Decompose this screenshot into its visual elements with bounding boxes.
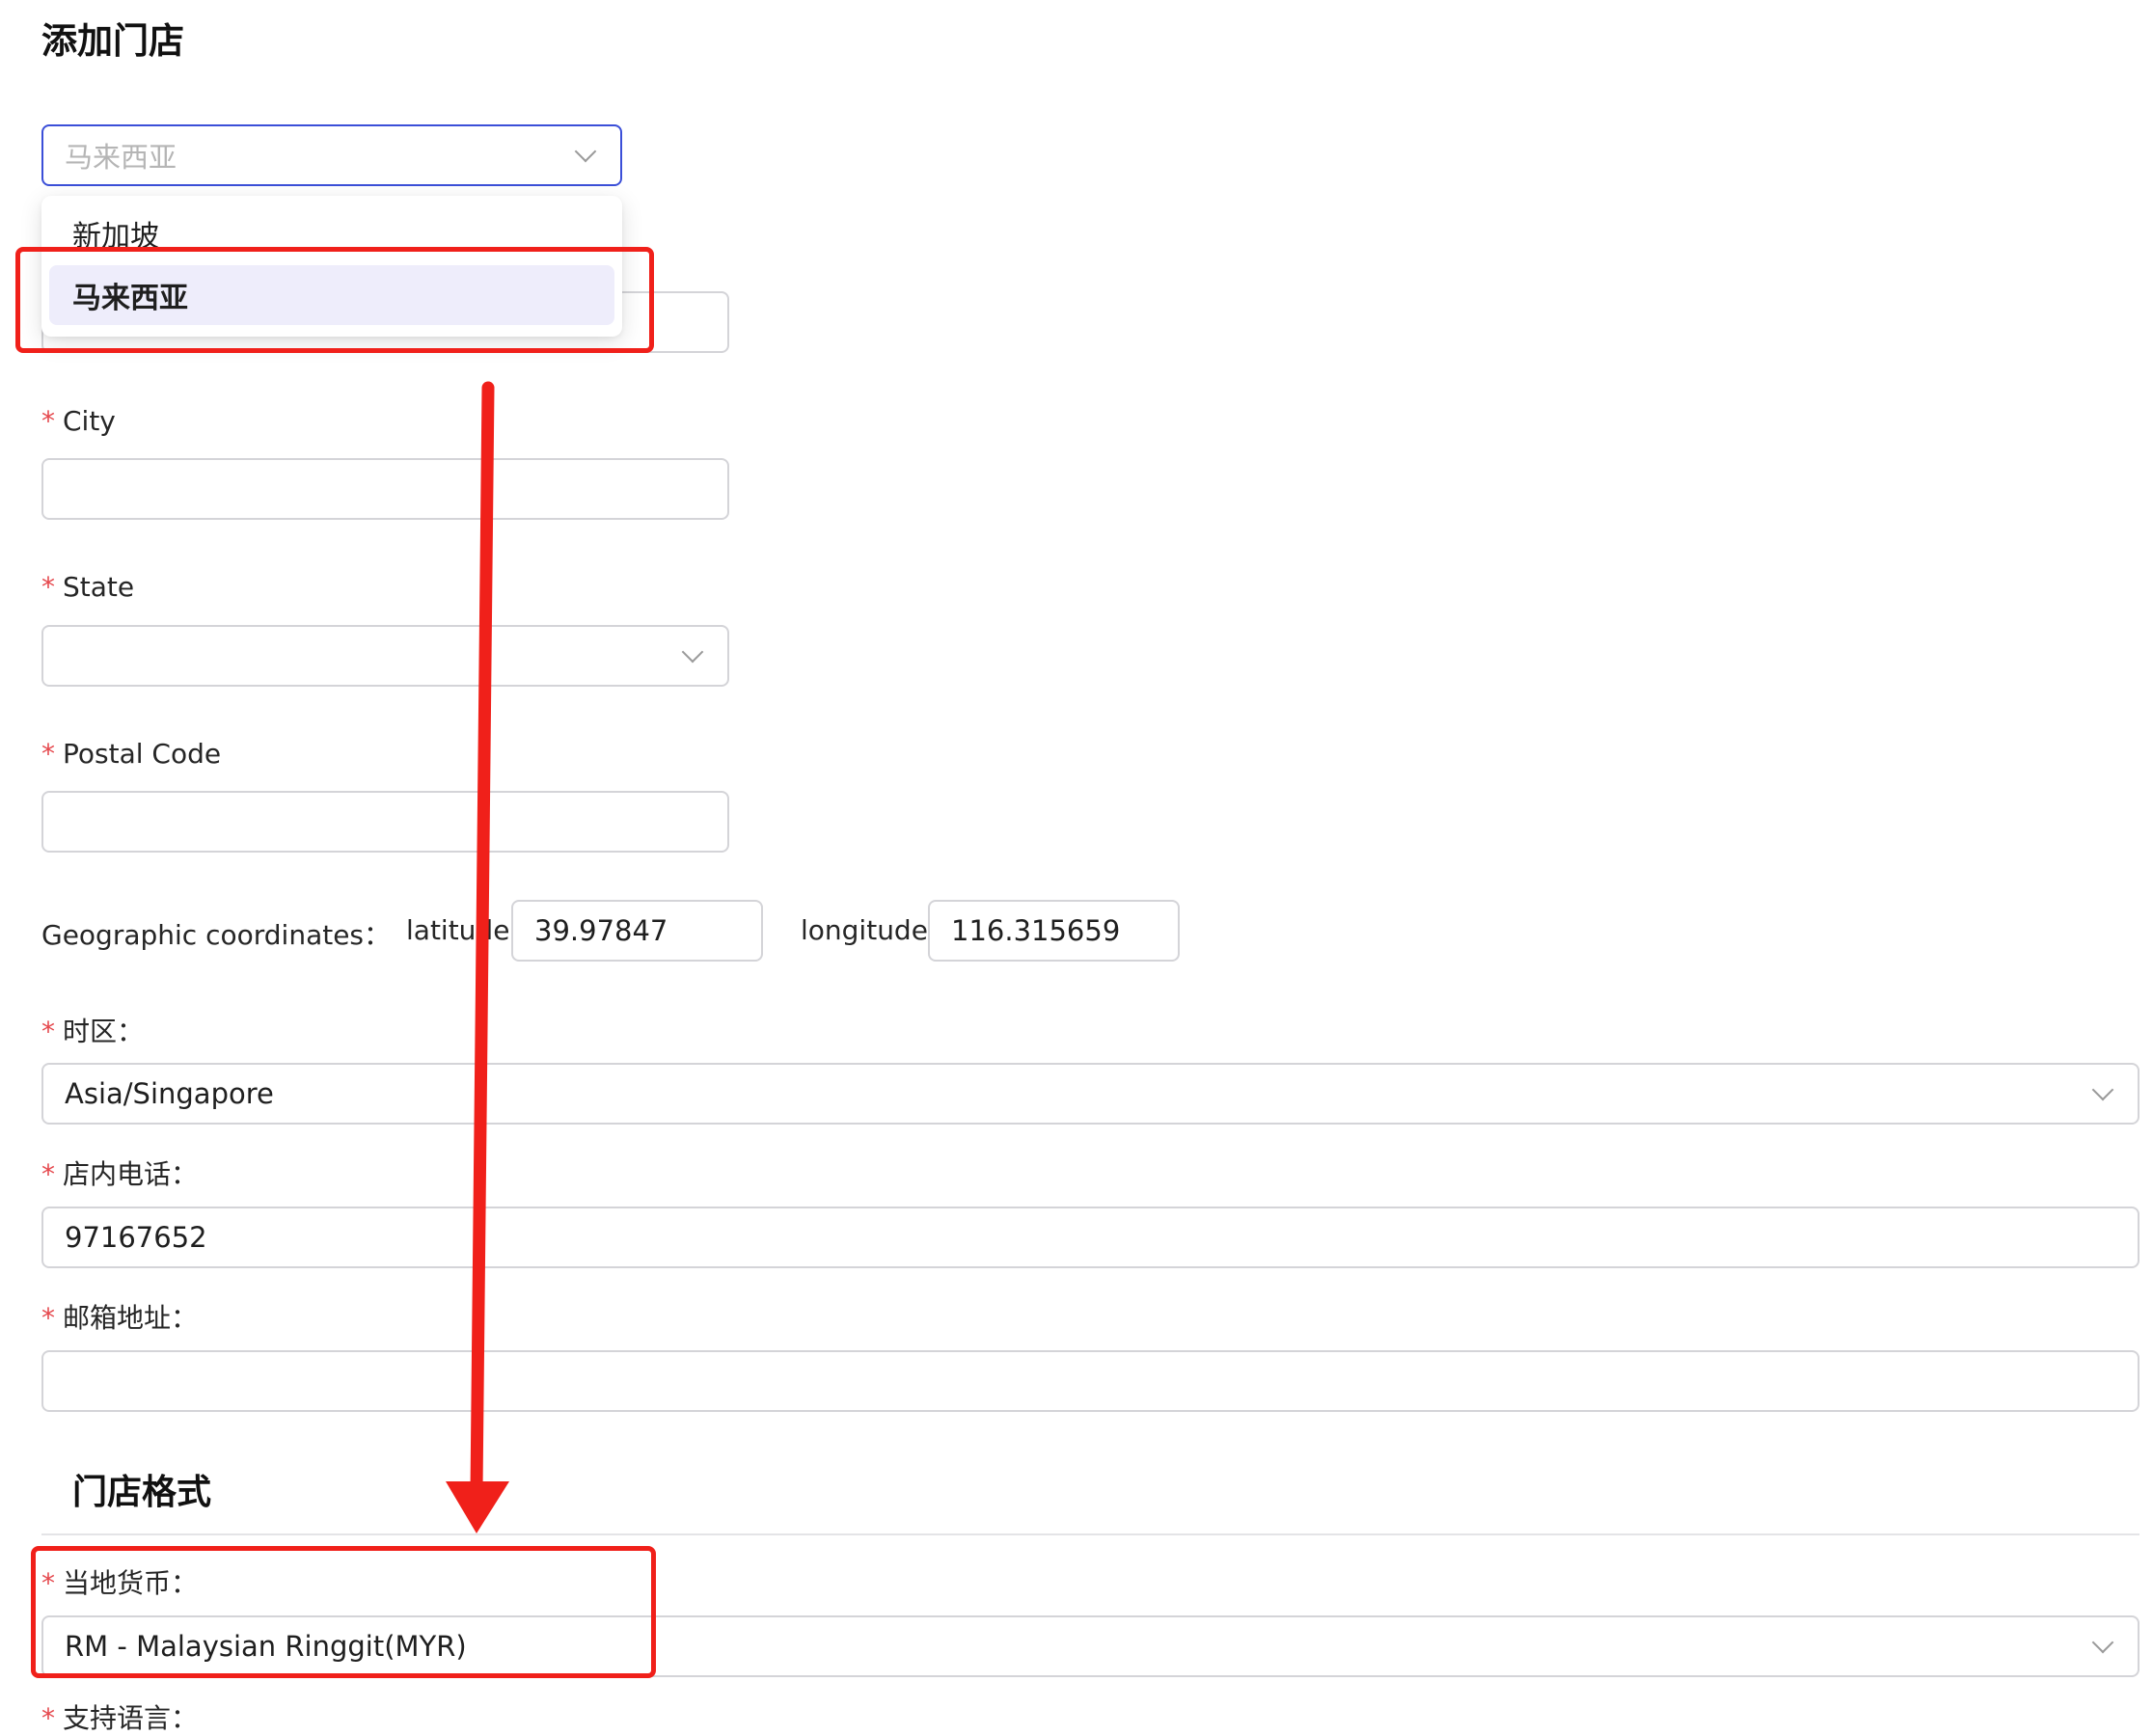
annotation-arrow	[446, 381, 509, 1533]
